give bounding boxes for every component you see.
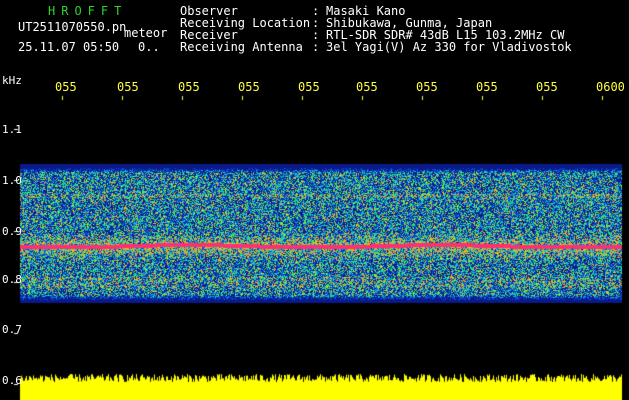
y-tick-label: 0.8 bbox=[2, 273, 22, 286]
x-tick-label: 055 bbox=[238, 80, 260, 94]
y-tick-label: 0.6 bbox=[2, 374, 22, 387]
x-tick-label: 055 bbox=[476, 80, 498, 94]
spectrogram-canvas bbox=[0, 0, 629, 400]
x-tick-label: 055 bbox=[55, 80, 77, 94]
y-tick-label: 0.9 bbox=[2, 225, 22, 238]
field-value-antenna: 3el Yagi(V) Az 330 for Vladivostok bbox=[326, 40, 572, 54]
brand-title: HROFFT bbox=[48, 4, 128, 18]
x-tick-label: 055 bbox=[178, 80, 200, 94]
x-tick-label: 055 bbox=[416, 80, 438, 94]
y-axis-unit-label: kHz bbox=[2, 74, 22, 87]
x-tick-label: 055 bbox=[298, 80, 320, 94]
y-tick-label: 1.1 bbox=[2, 123, 22, 136]
x-tick-label: 055 bbox=[536, 80, 558, 94]
colon-sep: : bbox=[312, 40, 320, 54]
x-tick-label: 055 bbox=[356, 80, 378, 94]
meteor-label: meteor bbox=[124, 26, 168, 40]
y-tick-label: 1.0 bbox=[2, 174, 22, 187]
datetime-label: 25.11.07 05:50 bbox=[18, 40, 120, 54]
y-tick-label: 0.7 bbox=[2, 323, 22, 336]
x-tick-label: 055 bbox=[117, 80, 139, 94]
filename-label: UT2511070550.pn bbox=[18, 20, 127, 34]
x-tick-label: 0600 bbox=[596, 80, 625, 94]
count-label: 0.. bbox=[138, 40, 160, 54]
field-label-antenna: Receiving Antenna bbox=[180, 40, 303, 54]
